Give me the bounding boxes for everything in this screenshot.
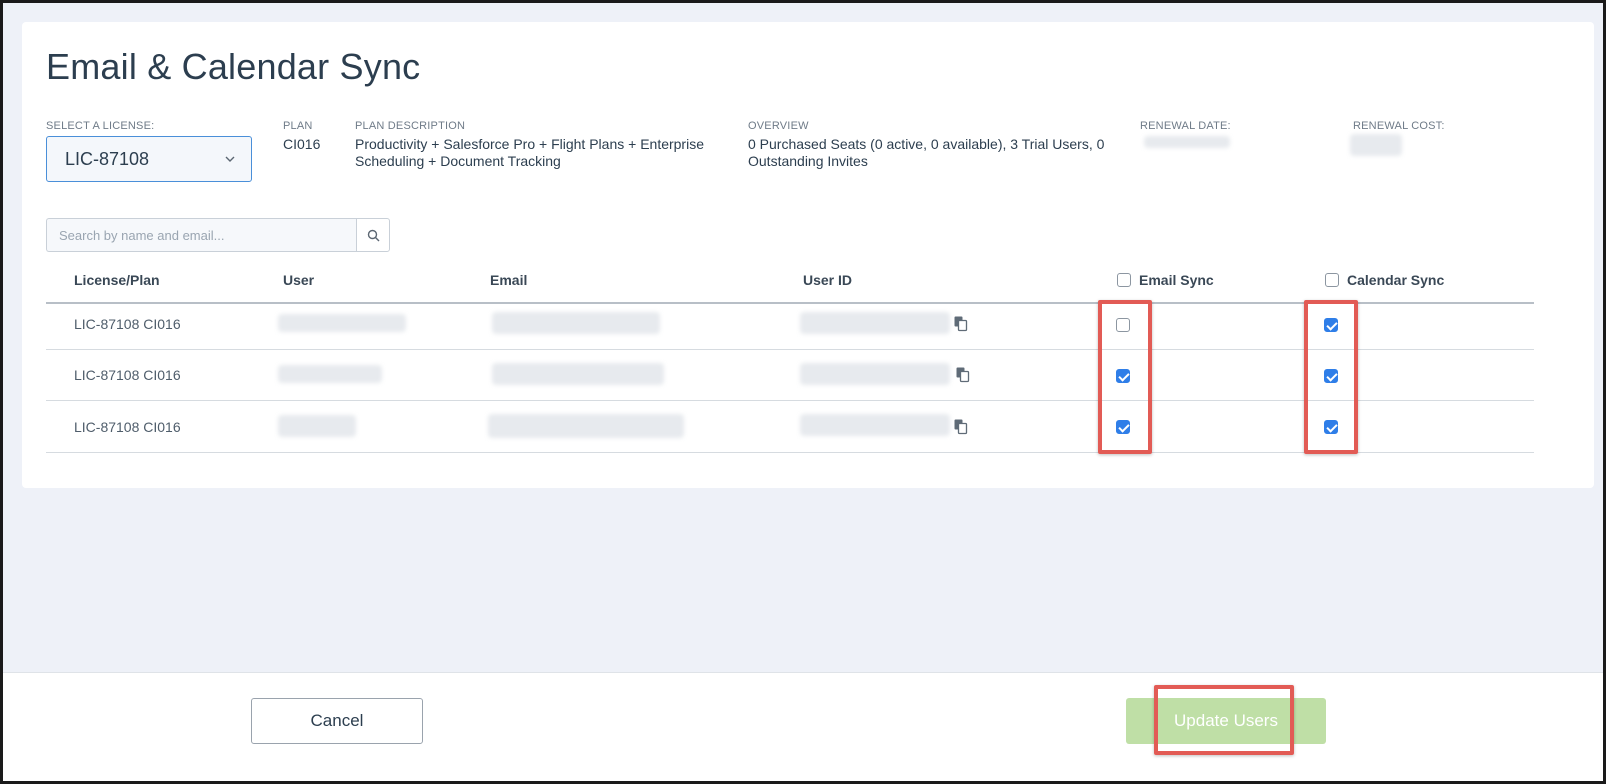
col-header-license-plan-label: License/Plan xyxy=(74,272,160,288)
plan-value: CI016 xyxy=(283,136,321,152)
email-redacted xyxy=(488,414,684,438)
select-all-calendar-sync-checkbox[interactable] xyxy=(1325,273,1339,287)
copy-icon[interactable] xyxy=(954,419,968,435)
row-divider xyxy=(46,349,1534,350)
user-id-redacted xyxy=(800,312,950,334)
select-all-email-sync-checkbox[interactable] xyxy=(1117,273,1131,287)
search-icon xyxy=(367,229,379,241)
sync-panel: Email & Calendar Sync SELECT A LICENSE: … xyxy=(22,22,1594,488)
plan-description-value: Productivity + Salesforce Pro + Flight P… xyxy=(355,136,704,169)
renewal-cost-label: RENEWAL COST: xyxy=(1353,120,1445,132)
row-license-plan: LIC-87108 CI016 xyxy=(74,316,181,332)
plan-description-label: PLAN DESCRIPTION xyxy=(355,120,466,132)
calendar-sync-checkbox[interactable] xyxy=(1324,318,1338,332)
email-sync-checkbox[interactable] xyxy=(1116,420,1130,434)
row-divider xyxy=(46,400,1534,401)
license-label: SELECT A LICENSE: xyxy=(46,120,155,132)
user-name-redacted xyxy=(278,415,356,437)
cancel-button[interactable]: Cancel xyxy=(251,698,423,744)
calendar-sync-checkbox[interactable] xyxy=(1324,420,1338,434)
col-header-user-id-label: User ID xyxy=(803,272,853,288)
row-license-plan: LIC-87108 CI016 xyxy=(74,419,181,435)
license-select[interactable]: LIC-87108 xyxy=(46,136,252,182)
footer-bar: Cancel Update Users xyxy=(0,672,1606,784)
col-header-email-label: Email xyxy=(490,272,528,288)
col-header-license-plan: License/Plan xyxy=(74,272,160,288)
plan-label: PLAN xyxy=(283,120,313,132)
col-header-email: Email xyxy=(490,272,527,288)
calendar-sync-checkbox[interactable] xyxy=(1324,369,1338,383)
search-button[interactable] xyxy=(356,218,390,252)
user-id-redacted xyxy=(800,414,950,436)
email-sync-checkbox[interactable] xyxy=(1116,318,1130,332)
email-redacted xyxy=(492,363,664,385)
page-title: Email & Calendar Sync xyxy=(46,46,421,87)
user-name-redacted xyxy=(278,314,406,332)
col-header-user-id: User ID xyxy=(803,272,852,288)
col-header-user: User xyxy=(283,272,314,288)
copy-icon[interactable] xyxy=(956,367,970,383)
col-header-email-sync-label: Email Sync xyxy=(1139,272,1214,288)
col-header-user-label: User xyxy=(283,272,315,288)
overview-value: 0 Purchased Seats (0 active, 0 available… xyxy=(748,136,1105,169)
col-header-email-sync: Email Sync xyxy=(1117,272,1214,288)
renewal-date-redacted xyxy=(1144,136,1230,148)
user-name-redacted xyxy=(278,365,382,383)
overview-label: OVERVIEW xyxy=(748,120,809,132)
search-bar xyxy=(46,218,390,252)
email-redacted xyxy=(492,312,660,334)
user-id-redacted xyxy=(800,363,950,385)
license-select-value: LIC-87108 xyxy=(65,148,150,169)
row-license-plan: LIC-87108 CI016 xyxy=(74,367,181,383)
search-input[interactable] xyxy=(46,218,356,252)
row-divider xyxy=(46,452,1534,453)
update-users-button[interactable]: Update Users xyxy=(1126,698,1326,744)
email-sync-checkbox[interactable] xyxy=(1116,369,1130,383)
col-header-calendar-sync: Calendar Sync xyxy=(1325,272,1444,288)
chevron-down-icon xyxy=(225,156,235,162)
table-header-divider xyxy=(46,302,1534,304)
col-header-calendar-sync-label: Calendar Sync xyxy=(1347,272,1445,288)
renewal-date-label: RENEWAL DATE: xyxy=(1140,120,1231,132)
renewal-cost-redacted xyxy=(1350,134,1402,156)
copy-icon[interactable] xyxy=(954,316,968,332)
